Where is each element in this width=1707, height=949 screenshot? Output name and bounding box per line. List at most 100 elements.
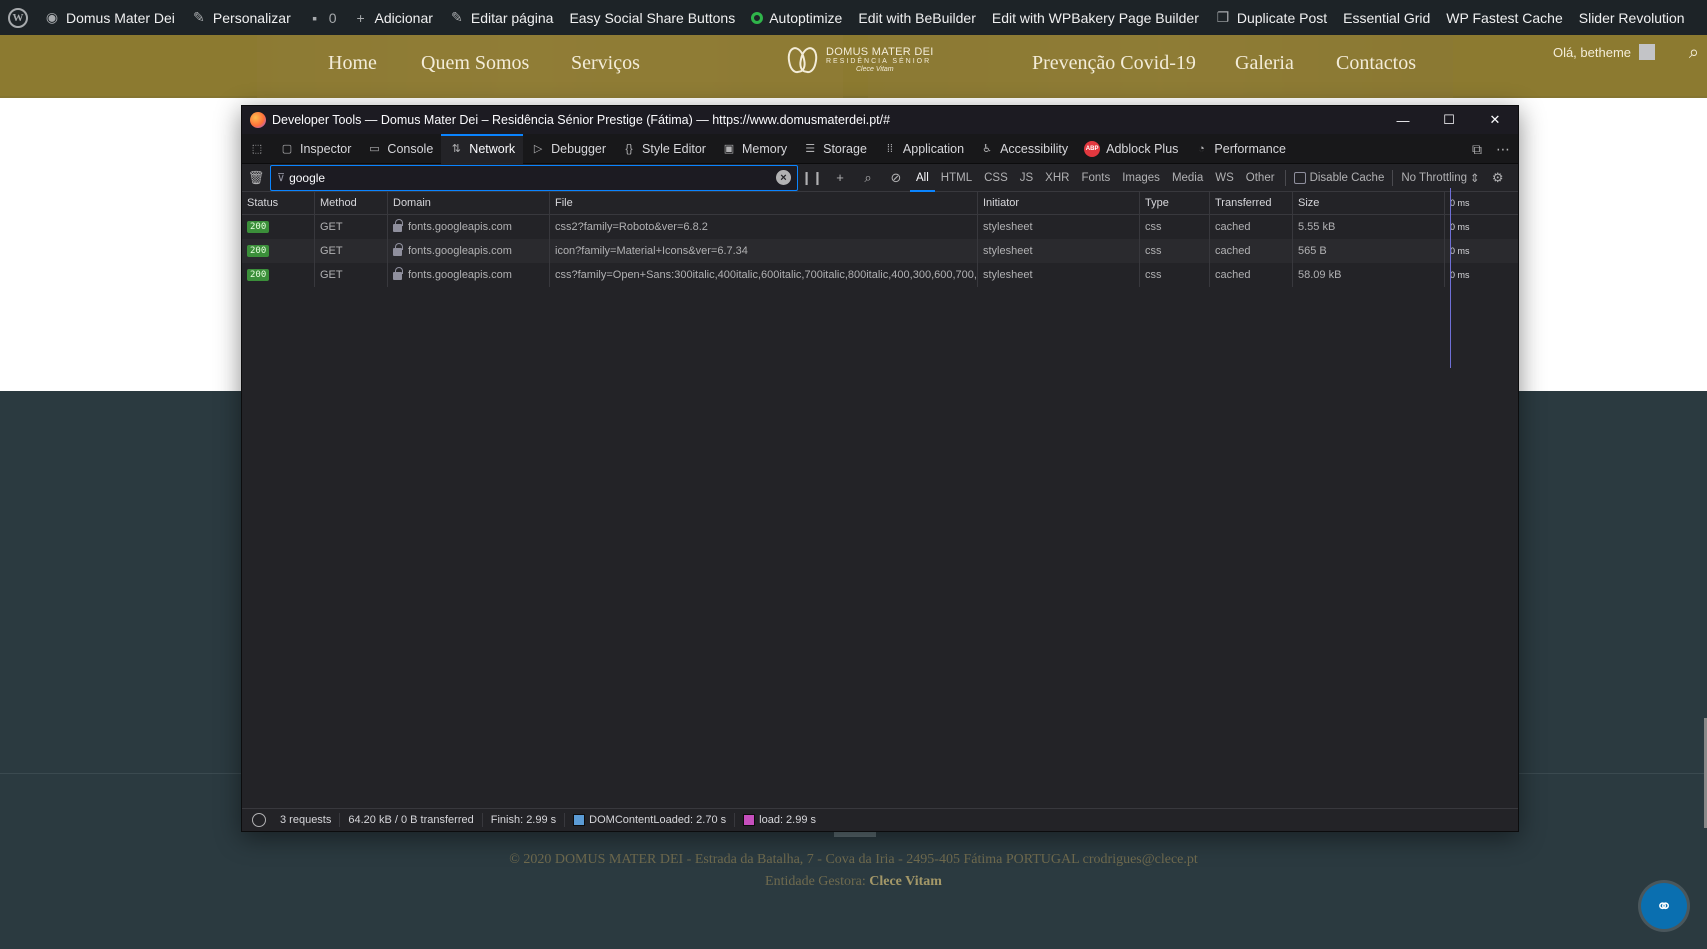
dock-icon[interactable]: ⧉ xyxy=(1472,141,1482,158)
lock-icon xyxy=(393,243,403,256)
settings-gear-icon[interactable]: ⚙ xyxy=(1484,170,1512,186)
nav-prevencao-covid[interactable]: Prevenção Covid-19 xyxy=(1032,52,1196,75)
type-filter-css[interactable]: CSS xyxy=(978,164,1014,192)
tab-console[interactable]: ▭ Console xyxy=(359,134,441,164)
type-filter-html[interactable]: HTML xyxy=(935,164,978,192)
search-icon[interactable]: ⌕ xyxy=(1689,42,1699,63)
col-initiator[interactable]: Initiator xyxy=(978,192,1140,214)
cell-size: 5.55 kB xyxy=(1293,215,1445,239)
col-domain[interactable]: Domain xyxy=(388,192,550,214)
bebuilder-menu[interactable]: Edit with BeBuilder xyxy=(850,0,984,35)
url-filter-input[interactable]: ⊽ google × xyxy=(270,164,798,191)
avatar xyxy=(1639,44,1655,60)
col-size[interactable]: Size xyxy=(1293,192,1445,214)
tab-application[interactable]: ⁞⁞ Application xyxy=(875,134,972,164)
col-status[interactable]: Status xyxy=(242,192,315,214)
edit-page-menu[interactable]: ✎ Editar página xyxy=(441,0,562,35)
col-type[interactable]: Type xyxy=(1140,192,1210,214)
type-filter-images[interactable]: Images xyxy=(1116,164,1166,192)
cell-timing: 0 ms xyxy=(1450,246,1470,256)
managing-entity-name[interactable]: Clece Vitam xyxy=(869,874,942,889)
table-row[interactable]: 200 GET fonts.googleapis.com css?family=… xyxy=(242,263,1518,287)
type-filter-all[interactable]: All xyxy=(910,164,935,192)
search-icon[interactable]: ⌕ xyxy=(854,170,882,186)
user-greeting[interactable]: Olá, betheme xyxy=(1553,44,1655,60)
add-filter-icon[interactable]: + xyxy=(826,170,854,185)
tab-storage-label: Storage xyxy=(823,141,867,156)
copyright-line: © 2020 DOMUS MATER DEI - Estrada da Bata… xyxy=(509,852,1198,867)
essential-grid-menu[interactable]: Essential Grid xyxy=(1335,0,1438,35)
type-filter-ws[interactable]: WS xyxy=(1209,164,1240,192)
pause-icon[interactable]: ❙❙ xyxy=(798,170,826,186)
essential-grid-label: Essential Grid xyxy=(1343,9,1431,26)
nav-home[interactable]: Home xyxy=(328,52,377,75)
tab-memory[interactable]: ▣ Memory xyxy=(714,134,795,164)
tab-performance[interactable]: ◔ Performance xyxy=(1186,134,1294,164)
comments-menu[interactable]: ▪ 0 xyxy=(299,0,345,35)
disable-cache-checkbox[interactable]: Disable Cache xyxy=(1290,171,1389,184)
lock-icon xyxy=(393,219,403,232)
nav-galeria[interactable]: Galeria xyxy=(1235,52,1294,75)
wp-logo-menu[interactable]: W xyxy=(0,0,36,35)
devtools-window: Developer Tools — Domus Mater Dei – Resi… xyxy=(241,105,1519,832)
col-waterfall[interactable]: 0 ms xyxy=(1445,192,1518,214)
network-request-table: Status Method Domain File Initiator Type… xyxy=(242,192,1518,287)
throttling-value: No Throttling xyxy=(1401,171,1467,184)
maximize-button[interactable]: ☐ xyxy=(1426,106,1472,134)
col-file[interactable]: File xyxy=(550,192,978,214)
site-logo[interactable]: DOMUS MATER DEI RESIDÊNCIA SÉNIOR Clece … xyxy=(785,45,934,75)
share-button[interactable]: ⚭ xyxy=(1641,883,1687,929)
tab-debugger[interactable]: ▷ Debugger xyxy=(523,134,614,164)
type-filter-xhr[interactable]: XHR xyxy=(1039,164,1075,192)
devtools-titlebar[interactable]: Developer Tools — Domus Mater Dei – Resi… xyxy=(242,106,1518,134)
stopwatch-icon[interactable] xyxy=(252,813,266,827)
minimize-button[interactable]: — xyxy=(1380,106,1426,134)
customize-menu[interactable]: ✎ Personalizar xyxy=(183,0,299,35)
site-name-menu[interactable]: ◉ Domus Mater Dei xyxy=(36,0,183,35)
col-transferred[interactable]: Transferred xyxy=(1210,192,1293,214)
add-new-menu[interactable]: + Adicionar xyxy=(345,0,441,35)
wpbakery-label: Edit with WPBakery Page Builder xyxy=(991,9,1199,26)
tab-accessibility[interactable]: ♿ Accessibility xyxy=(972,134,1076,164)
type-filter-other[interactable]: Other xyxy=(1240,164,1281,192)
nav-contactos[interactable]: Contactos xyxy=(1336,52,1416,75)
tab-adblock-plus[interactable]: ABP Adblock Plus xyxy=(1076,134,1186,164)
nav-quem-somos[interactable]: Quem Somos xyxy=(421,52,529,75)
cell-method: GET xyxy=(315,263,388,287)
tab-storage[interactable]: ☰ Storage xyxy=(795,134,875,164)
duplicate-post-menu[interactable]: ❐ Duplicate Post xyxy=(1207,0,1335,35)
trash-icon[interactable]: 🗑 xyxy=(242,170,270,186)
dashboard-icon: ◉ xyxy=(45,9,59,25)
col-method[interactable]: Method xyxy=(315,192,388,214)
domcontentloaded-time: DOMContentLoaded: 2.70 s xyxy=(565,813,736,827)
site-name-label: Domus Mater Dei xyxy=(66,9,175,26)
transferred-summary: 64.20 kB / 0 B transferred xyxy=(340,813,483,827)
fastest-cache-menu[interactable]: WP Fastest Cache xyxy=(1438,0,1570,35)
type-filter-fonts[interactable]: Fonts xyxy=(1075,164,1116,192)
throttling-select[interactable]: No Throttling ⇕ xyxy=(1397,171,1483,185)
close-button[interactable]: ✕ xyxy=(1472,106,1518,134)
table-row[interactable]: 200 GET fonts.googleapis.com css2?family… xyxy=(242,215,1518,239)
cell-initiator: stylesheet xyxy=(978,239,1140,263)
lock-icon xyxy=(393,267,403,280)
easy-social-menu[interactable]: Easy Social Share Buttons xyxy=(561,0,743,35)
element-picker-button[interactable]: ⬚ xyxy=(242,134,272,164)
more-options-icon[interactable]: ⋯ xyxy=(1496,141,1510,158)
fastest-cache-label: WP Fastest Cache xyxy=(1446,9,1563,26)
add-new-label: Adicionar xyxy=(374,9,433,26)
type-filter-media[interactable]: Media xyxy=(1166,164,1209,192)
cell-file: css2?family=Roboto&ver=6.8.2 xyxy=(550,215,978,239)
clear-filter-icon[interactable]: × xyxy=(776,170,791,185)
type-filter-js[interactable]: JS xyxy=(1014,164,1039,192)
tab-inspector[interactable]: ▢ Inspector xyxy=(272,134,359,164)
tab-style-editor[interactable]: {} Style Editor xyxy=(614,134,714,164)
tab-network[interactable]: ⇅ Network xyxy=(441,133,524,164)
firefox-icon xyxy=(250,112,266,128)
block-icon[interactable]: ⊘ xyxy=(882,170,910,186)
table-row[interactable]: 200 GET fonts.googleapis.com icon?family… xyxy=(242,239,1518,263)
nav-servicos[interactable]: Serviços xyxy=(571,52,640,75)
tab-inspector-label: Inspector xyxy=(300,141,352,156)
slider-revolution-menu[interactable]: Slider Revolution xyxy=(1571,0,1693,35)
autoptimize-menu[interactable]: Autoptimize xyxy=(743,0,850,35)
wpbakery-menu[interactable]: Edit with WPBakery Page Builder xyxy=(984,0,1207,35)
